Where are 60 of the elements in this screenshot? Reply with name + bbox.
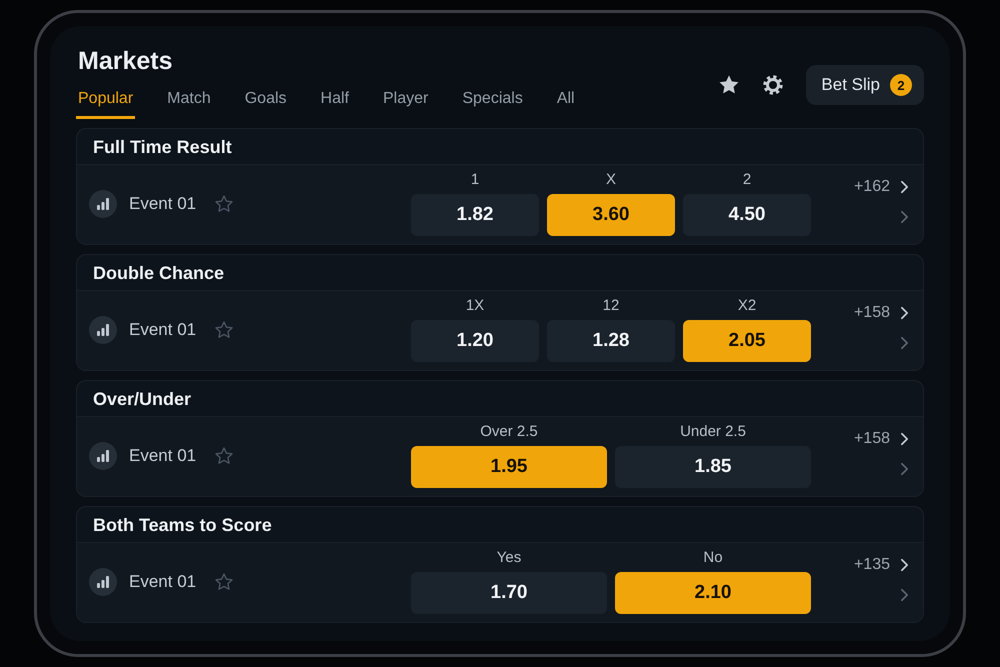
outcome-label: Yes bbox=[496, 549, 522, 567]
star-icon[interactable] bbox=[718, 74, 740, 96]
outcome-label: 1 bbox=[470, 171, 480, 189]
tab[interactable]: Player bbox=[380, 88, 430, 119]
odds-button[interactable]: 2.05 bbox=[683, 320, 811, 362]
odds-button[interactable]: 1.70 bbox=[411, 572, 607, 614]
market-title: Full Time Result bbox=[93, 137, 232, 157]
star-outline-icon[interactable] bbox=[214, 320, 234, 340]
chevron-right-icon bbox=[900, 180, 909, 194]
outcome-label: Under 2.5 bbox=[680, 423, 746, 441]
star-outline-icon[interactable] bbox=[214, 446, 234, 466]
outcome-label: 2 bbox=[742, 171, 752, 189]
outcome-label: X bbox=[606, 171, 616, 189]
more-markets-button[interactable]: +162 bbox=[854, 178, 909, 196]
tab[interactable]: Goals bbox=[242, 88, 289, 119]
outcome-label: 12 bbox=[602, 297, 620, 315]
tab[interactable]: Half bbox=[318, 88, 351, 119]
tab[interactable]: Popular bbox=[76, 88, 136, 119]
chevron-right-icon[interactable] bbox=[900, 588, 909, 602]
outcome-label: 1X bbox=[466, 297, 484, 315]
odds-button[interactable]: 2.10 bbox=[615, 572, 811, 614]
more-markets-button[interactable]: +158 bbox=[854, 304, 909, 322]
odds-button[interactable]: 1.28 bbox=[547, 320, 675, 362]
chevron-right-icon[interactable] bbox=[900, 336, 909, 350]
odds-button[interactable]: 1.82 bbox=[411, 194, 539, 236]
tab[interactable]: Match bbox=[165, 88, 213, 119]
chevron-right-icon bbox=[900, 558, 909, 572]
market-title: Over/Under bbox=[93, 389, 192, 409]
bar-chart-icon[interactable] bbox=[89, 190, 117, 218]
tab[interactable]: All bbox=[554, 88, 577, 119]
star-outline-icon[interactable] bbox=[214, 194, 234, 214]
count-badge: 2 bbox=[890, 74, 912, 96]
bar-chart-icon[interactable] bbox=[89, 568, 117, 596]
chevron-right-icon[interactable] bbox=[900, 210, 909, 224]
event-name: Event 01 bbox=[129, 446, 196, 466]
outcome-label: Over 2.5 bbox=[480, 423, 538, 441]
event-name: Event 01 bbox=[129, 572, 196, 592]
bar-chart-icon[interactable] bbox=[89, 316, 117, 344]
chevron-right-icon bbox=[900, 432, 909, 446]
star-outline-icon[interactable] bbox=[214, 572, 234, 592]
chevron-right-icon bbox=[900, 306, 909, 320]
tab[interactable]: Specials bbox=[460, 88, 525, 119]
outcome-label: X2 bbox=[738, 297, 756, 315]
settings-icon[interactable] bbox=[762, 74, 784, 96]
odds-button[interactable]: 1.20 bbox=[411, 320, 539, 362]
market-title: Both Teams to Score bbox=[93, 515, 272, 535]
page-title: Markets bbox=[77, 46, 174, 76]
odds-button[interactable]: 1.95 bbox=[411, 446, 607, 488]
odds-button[interactable]: 1.85 bbox=[615, 446, 811, 488]
chevron-right-icon[interactable] bbox=[900, 462, 909, 476]
outcome-label: No bbox=[703, 549, 723, 567]
odds-button[interactable]: 3.60 bbox=[547, 194, 675, 236]
more-markets-button[interactable]: +135 bbox=[854, 556, 909, 574]
more-markets-button[interactable]: +158 bbox=[854, 430, 909, 448]
odds-button[interactable]: 4.50 bbox=[683, 194, 811, 236]
bet-slip-button[interactable]: Bet Slip 2 bbox=[806, 65, 924, 105]
bar-chart-icon[interactable] bbox=[89, 442, 117, 470]
event-name: Event 01 bbox=[129, 194, 196, 214]
event-name: Event 01 bbox=[129, 320, 196, 340]
market-title: Double Chance bbox=[93, 263, 224, 283]
